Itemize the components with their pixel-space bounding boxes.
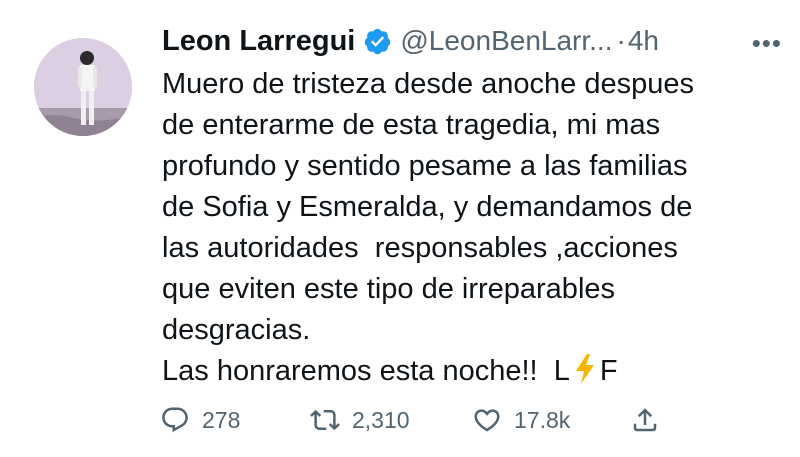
reply-count: 278 — [202, 406, 241, 433]
tweet-text: Muero de tristeza desde anoche despues d… — [162, 64, 787, 392]
more-options-icon[interactable]: ••• — [752, 28, 782, 59]
tweet-text-line: profundo y sentido pesame a las familias — [162, 150, 688, 182]
separator-dot: · — [616, 25, 626, 56]
tweet-text-line: las autoridades responsables ,acciones — [162, 232, 678, 264]
heart-icon — [474, 409, 500, 432]
tweet-actions: 278 2,310 17.8k — [160, 405, 680, 445]
share-button[interactable] — [630, 405, 672, 435]
lightning-bolt-icon — [574, 354, 596, 384]
retweet-button[interactable]: 2,310 — [310, 405, 410, 435]
share-icon — [633, 408, 657, 432]
tweet-text-last-line: Las honraremos esta noche!! L F — [162, 351, 787, 392]
tweet-text-line: que eviten este tipo de irreparables — [162, 273, 616, 305]
tweet-text-line: de enterarme de esta tragedia, mi mas — [162, 109, 661, 141]
avatar[interactable] — [34, 38, 132, 136]
tweet-text-line: de Sofia y Esmeralda, y demandamos de — [162, 191, 693, 223]
author-name[interactable]: Leon Larregui — [162, 25, 355, 58]
reply-icon — [162, 407, 188, 433]
last-line-suffix: F — [599, 355, 618, 387]
avatar-image — [34, 38, 132, 136]
tweet-text-line: Muero de tristeza desde anoche despues — [162, 68, 695, 100]
like-count: 17.8k — [514, 406, 571, 433]
author-handle[interactable]: @LeonBenLarr... — [400, 25, 612, 57]
timestamp[interactable]: 4h — [628, 25, 659, 57]
last-line-prefix: Las honraremos esta noche!! L — [162, 355, 570, 387]
retweet-icon — [310, 409, 340, 431]
reply-button[interactable]: 278 — [160, 405, 240, 435]
like-button[interactable]: 17.8k — [472, 405, 570, 435]
verified-badge-icon — [363, 27, 392, 56]
tweet-text-line: desgracias. — [162, 314, 311, 346]
retweet-count: 2,310 — [352, 406, 410, 433]
tweet-header: Leon Larregui @LeonBenLarr... · 4h ••• — [162, 20, 792, 62]
